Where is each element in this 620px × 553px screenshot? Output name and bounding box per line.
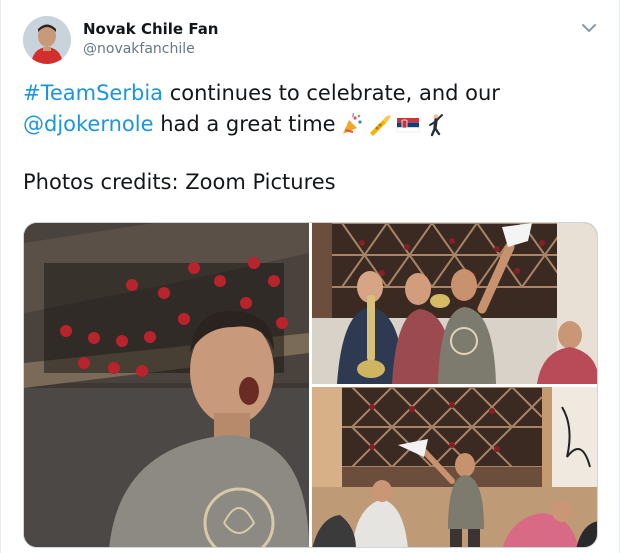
tweet-text-line-2: @djokernole had a great time [23, 109, 593, 140]
hashtag-link[interactable]: #TeamSerbia [23, 78, 163, 109]
trumpet-icon [368, 113, 392, 137]
photo-trumpet[interactable] [312, 223, 597, 384]
photo-credits: Photos credits: Zoom Pictures [23, 170, 336, 194]
author-handle[interactable]: @novakfanchile [83, 41, 195, 57]
media-grid [23, 222, 598, 548]
serbia-flag-icon [396, 113, 420, 137]
tweet-text-line-1: #TeamSerbia continues to celebrate, and … [23, 78, 593, 109]
mention-link[interactable]: @djokernole [23, 109, 154, 140]
dancing-man-icon [424, 113, 448, 137]
tweet-text-segment: continues to celebrate, and our [163, 81, 500, 105]
photo-celebration[interactable] [312, 387, 597, 547]
tweet-card: Novak Chile Fan @novakfanchile #TeamSerb… [0, 0, 620, 553]
author-name[interactable]: Novak Chile Fan [83, 20, 219, 38]
chevron-down-icon[interactable] [579, 18, 599, 38]
tweet-text: #TeamSerbia continues to celebrate, and … [23, 78, 593, 140]
tweet-text-segment: had a great time [153, 112, 336, 136]
party-popper-icon [340, 112, 364, 137]
avatar[interactable] [23, 16, 71, 64]
photo-singing[interactable] [24, 223, 309, 547]
